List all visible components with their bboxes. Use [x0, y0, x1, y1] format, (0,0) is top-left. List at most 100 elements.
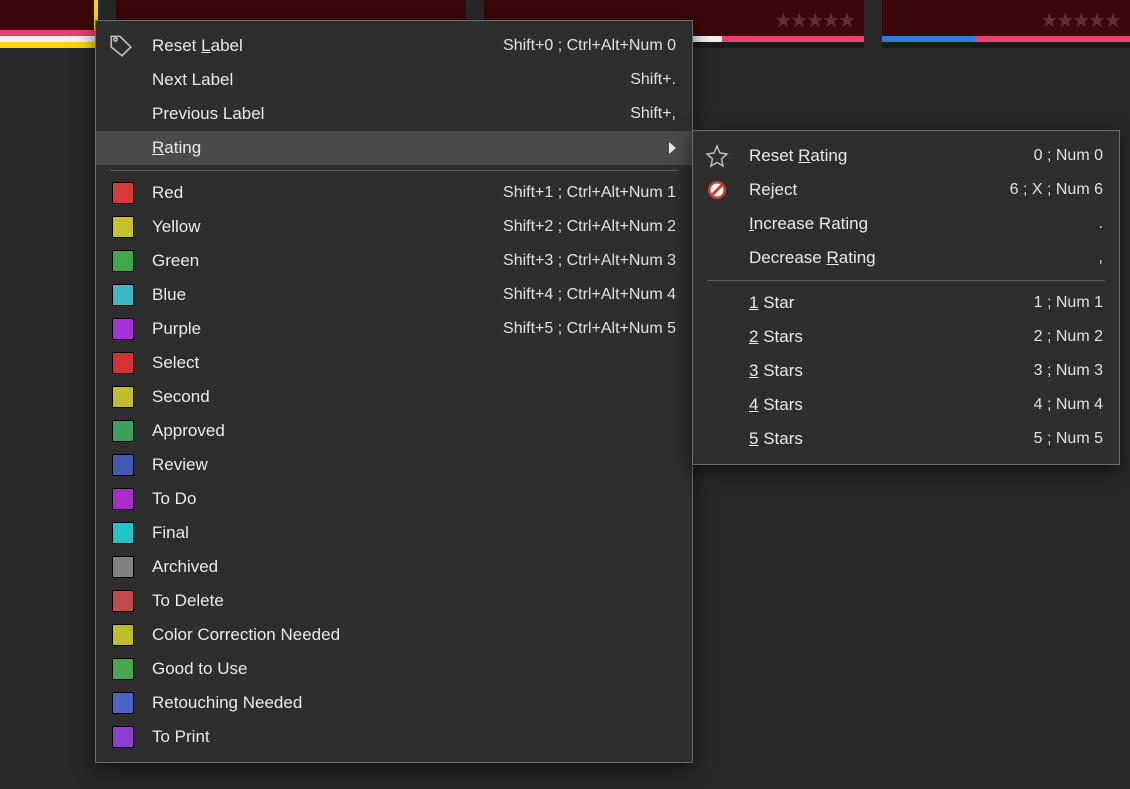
- submenu-item-star[interactable]: 5 Stars5 ; Num 5: [693, 422, 1119, 456]
- menu-label: Second: [152, 387, 210, 407]
- menu-item-color[interactable]: Yellow Shift+2 ; Ctrl+Alt+Num 2: [96, 210, 692, 244]
- color-swatch: [112, 590, 134, 612]
- menu-label: 1 Star: [749, 293, 794, 313]
- rating-submenu: Reset Rating 0 ; Num 0 Reject6 ; X ; Num 6…: [692, 130, 1120, 465]
- color-swatch: [112, 726, 134, 748]
- menu-label: Blue: [152, 285, 186, 305]
- menu-item-reset-label[interactable]: Reset Label Shift+0 ; Ctrl+Alt+Num 0: [96, 29, 692, 63]
- color-swatch: [112, 284, 134, 306]
- color-swatch: [112, 352, 134, 374]
- submenu-item-star[interactable]: 1 Star1 ; Num 1: [693, 286, 1119, 320]
- menu-shortcut: Shift+2 ; Ctrl+Alt+Num 2: [503, 218, 676, 236]
- submenu-item-star[interactable]: 4 Stars 4 ; Num 4: [693, 388, 1119, 422]
- thumb-stars-icon: ★★★★★: [1040, 8, 1120, 33]
- color-swatch: [112, 624, 134, 646]
- menu-shortcut: .: [1099, 215, 1103, 233]
- menu-item-color[interactable]: Green Shift+3 ; Ctrl+Alt+Num 3: [96, 244, 692, 278]
- submenu-item[interactable]: Increase Rating.: [693, 207, 1119, 241]
- thumb-1[interactable]: [0, 0, 98, 48]
- menu-item-previous-label[interactable]: Previous Label Shift+,: [96, 97, 692, 131]
- menu-item-color[interactable]: Color Correction Needed: [96, 618, 692, 652]
- menu-label: Green: [152, 251, 199, 271]
- menu-item-color[interactable]: To Print: [96, 720, 692, 754]
- menu-item-color[interactable]: Purple Shift+5 ; Ctrl+Alt+Num 5: [96, 312, 692, 346]
- menu-label: Archived: [152, 557, 218, 577]
- menu-label: Reset Rating: [749, 146, 847, 166]
- menu-label: Select: [152, 353, 199, 373]
- thumb-4[interactable]: ★★★★★: [882, 0, 1130, 48]
- label-context-menu: Reset Label Shift+0 ; Ctrl+Alt+Num 0 Nex…: [95, 20, 693, 763]
- menu-item-color[interactable]: To Do: [96, 482, 692, 516]
- menu-item-next-label[interactable]: Next Label Shift+.: [96, 63, 692, 97]
- prohibit-icon: [705, 178, 749, 202]
- menu-label: 5 Stars: [749, 429, 803, 449]
- menu-item-color[interactable]: Red Shift+1 ; Ctrl+Alt+Num 1: [96, 176, 692, 210]
- color-swatch: [112, 488, 134, 510]
- menu-shortcut: 0 ; Num 0: [1034, 147, 1103, 165]
- menu-label: Color Correction Needed: [152, 625, 340, 645]
- menu-item-color[interactable]: Review: [96, 448, 692, 482]
- menu-separator: [707, 280, 1105, 281]
- menu-shortcut: 2 ; Num 2: [1034, 328, 1103, 346]
- menu-label: Previous Label: [152, 104, 264, 124]
- menu-item-color[interactable]: Retouching Needed: [96, 686, 692, 720]
- menu-label: Reset Label: [152, 36, 243, 56]
- menu-shortcut: Shift+3 ; Ctrl+Alt+Num 3: [503, 252, 676, 270]
- menu-label: Increase Rating: [749, 214, 868, 234]
- menu-item-color[interactable]: Archived: [96, 550, 692, 584]
- menu-label: To Delete: [152, 591, 224, 611]
- chevron-right-icon: [669, 142, 676, 154]
- menu-label: Review: [152, 455, 208, 475]
- menu-label: Reject: [749, 180, 797, 200]
- submenu-item[interactable]: Reject6 ; X ; Num 6: [693, 173, 1119, 207]
- menu-shortcut: Shift+,: [630, 105, 676, 123]
- menu-label: To Do: [152, 489, 196, 509]
- menu-label: Rating: [152, 138, 201, 158]
- menu-item-color[interactable]: Final: [96, 516, 692, 550]
- menu-item-color[interactable]: Second: [96, 380, 692, 414]
- submenu-item-star[interactable]: 3 Stars3 ; Num 3: [693, 354, 1119, 388]
- color-swatch: [112, 454, 134, 476]
- color-swatch: [112, 318, 134, 340]
- color-swatch: [112, 658, 134, 680]
- menu-label: Decrease Rating: [749, 248, 876, 268]
- menu-shortcut: 4 ; Num 4: [1034, 396, 1103, 414]
- menu-separator: [110, 170, 678, 171]
- menu-label: 2 Stars: [749, 327, 803, 347]
- menu-item-color[interactable]: Blue Shift+4 ; Ctrl+Alt+Num 4: [96, 278, 692, 312]
- menu-item-color[interactable]: To Delete: [96, 584, 692, 618]
- color-swatch: [112, 556, 134, 578]
- submenu-item[interactable]: Decrease Rating,: [693, 241, 1119, 275]
- menu-label: Approved: [152, 421, 225, 441]
- menu-label: To Print: [152, 727, 210, 747]
- menu-shortcut: Shift+0 ; Ctrl+Alt+Num 0: [503, 37, 676, 55]
- menu-label: Red: [152, 183, 183, 203]
- menu-shortcut: Shift+5 ; Ctrl+Alt+Num 5: [503, 320, 676, 338]
- color-swatch: [112, 250, 134, 272]
- menu-label: Final: [152, 523, 189, 543]
- star-icon: [705, 144, 749, 168]
- menu-shortcut: Shift+1 ; Ctrl+Alt+Num 1: [503, 184, 676, 202]
- menu-label: Good to Use: [152, 659, 247, 679]
- submenu-item-star[interactable]: 2 Stars 2 ; Num 2: [693, 320, 1119, 354]
- menu-label: Yellow: [152, 217, 201, 237]
- thumb-stars-icon: ★★★★★: [774, 8, 854, 33]
- menu-label: Purple: [152, 319, 201, 339]
- menu-label: 3 Stars: [749, 361, 803, 381]
- menu-item-rating[interactable]: Rating: [96, 131, 692, 165]
- menu-shortcut: ,: [1099, 249, 1103, 267]
- menu-shortcut: Shift+.: [630, 71, 676, 89]
- menu-item-color[interactable]: Good to Use: [96, 652, 692, 686]
- color-swatch: [112, 692, 134, 714]
- menu-label: 4 Stars: [749, 395, 803, 415]
- menu-shortcut: Shift+4 ; Ctrl+Alt+Num 4: [503, 286, 676, 304]
- color-swatch: [112, 522, 134, 544]
- color-swatch: [112, 182, 134, 204]
- submenu-item[interactable]: Reset Rating 0 ; Num 0: [693, 139, 1119, 173]
- color-swatch: [112, 420, 134, 442]
- menu-item-color[interactable]: Select: [96, 346, 692, 380]
- tag-icon: [108, 33, 152, 59]
- menu-item-color[interactable]: Approved: [96, 414, 692, 448]
- menu-label: Next Label: [152, 70, 233, 90]
- color-swatch: [112, 216, 134, 238]
